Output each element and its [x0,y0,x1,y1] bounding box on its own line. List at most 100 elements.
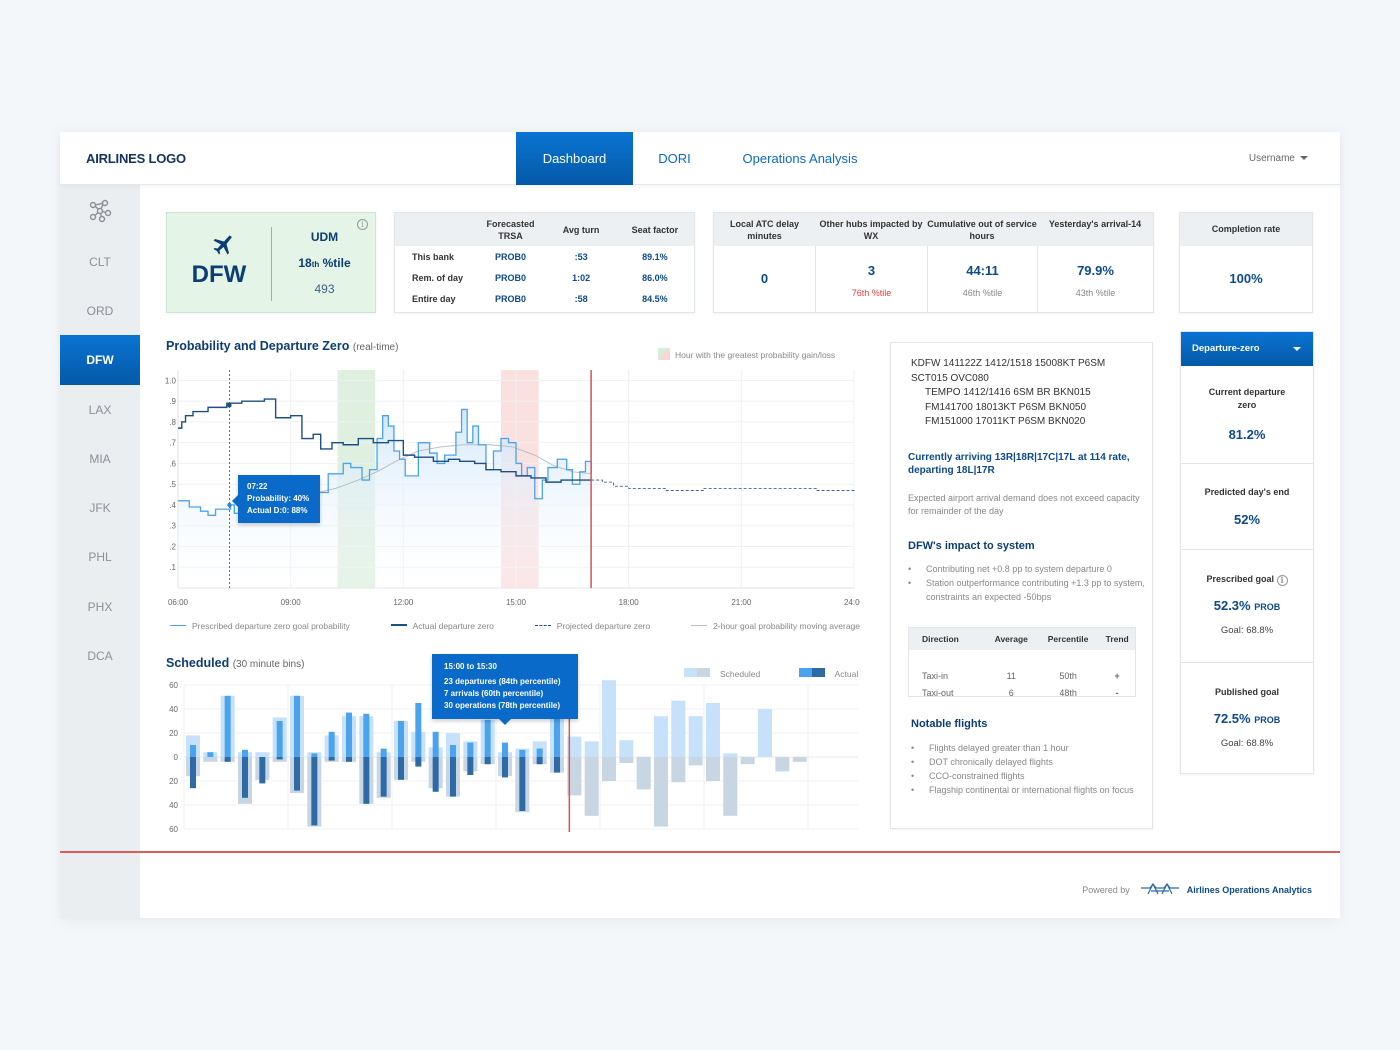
sched-chart-title-text: Scheduled [166,656,230,670]
metric-dropdown[interactable]: Departure-zero [1181,332,1313,366]
cell-average: 6 [1008,687,1014,698]
list-item: Contributing net +0.8 pp to system depar… [908,562,1148,576]
x-tick-label: 12:00 [393,598,414,607]
scheduled-arrivals-bar [775,757,790,772]
actual-arrivals-bar [415,757,422,767]
station-info-panel: KDFW 141122Z 1412/1518 15008KT P6SM SCT0… [890,342,1153,829]
actual-departures-bar [190,745,196,757]
highlight-legend: Hour with the greatest probability gain/… [658,345,835,363]
tooltip-departures: 23 departures (84th percentile) [444,677,561,686]
actual-arrivals-bar [311,757,318,826]
row-label: Rem. of day [412,272,464,283]
stat-header-local-atc: Local ATC delay minutes [714,213,815,246]
scheduled-departures-bar [602,680,616,757]
y-tick-label: 40 [169,801,178,810]
legend-dashed-icon [534,625,551,626]
stat-local-atc: 0 [714,246,815,312]
username-label: Username [1248,153,1295,164]
user-menu[interactable]: Username [1249,153,1308,164]
tab-dori[interactable]: DORI [647,132,702,185]
info-icon[interactable]: i [1276,575,1288,586]
sidebar-item-ord[interactable]: ORD [60,286,140,336]
actual-departures-bar [380,748,387,757]
scheduled-arrivals-bar [602,757,616,781]
prescribed-value: 52.3% PROB [1181,598,1313,613]
y-tick-label: .3 [169,522,176,531]
table-row: Taxi-out 6 48th - [909,684,1135,701]
sidebar-item-clt[interactable]: CLT [60,237,140,287]
actual-arrivals-bar [380,757,387,797]
cell-percentile: 48th [1059,687,1077,698]
actual-arrivals-bar [450,757,456,797]
predicted-value: 52% [1233,512,1261,527]
y-tick-label: .6 [169,459,176,468]
actual-departures-bar [450,745,456,757]
stat-value: 0 [760,271,769,286]
sidebar-item-mia[interactable]: MIA [60,434,140,484]
operations-stats-card: Local ATC delay minutes Other hubs impac… [713,212,1154,313]
actual-hover-point [227,403,232,408]
legend-swatch-scheduled-dep [684,668,697,677]
taxi-table: Direction Average Percentile Trend Taxi-… [909,628,1135,701]
actual-arrivals-bar [294,757,300,791]
prescribed-hover-point [227,502,232,508]
actual-arrivals-bar [276,757,283,760]
actual-arrivals-bar [467,757,474,775]
stat-value: 44:11 [966,263,999,278]
list-item[interactable]: DOT chronically delayed flights [911,755,1141,769]
legend-line-icon [691,625,708,626]
prob-chart-subtitle: (real-time) [352,342,399,353]
sidebar-item-jfk[interactable]: JFK [60,483,140,533]
actual-arrivals-bar [484,757,491,765]
y-tick-label: 1.0 [165,376,177,385]
current-dz-label: Current departure zero [1208,387,1286,410]
sidebar-item-phl[interactable]: PHL [60,532,140,582]
cell-seat-factor: 84.5% [642,293,668,304]
cell-trend: - [1115,687,1119,698]
footer-divider [60,851,1340,853]
sidebar-item-dca[interactable]: DCA [60,631,140,681]
tab-dashboard[interactable]: Dashboard [516,132,633,185]
y-tick-label: .1 [169,563,176,572]
sidebar-item-lax[interactable]: LAX [60,385,140,435]
prescribed-label-text: Prescribed goal [1206,574,1274,584]
metric-value: 493 [314,282,335,296]
departure-zero-panel: Departure-zero Current departure zero 81… [1180,331,1314,774]
predicted-label: Predicted day's end [1204,487,1290,497]
col-header-trsa: Forecasted TRSA [474,213,547,246]
scheduled-departures-bar [706,703,720,757]
taf-line: TEMPO 1412/1416 6SM BR BKN015 [925,387,1091,398]
cell-trsa: PROB0 [494,272,526,283]
info-icon[interactable]: i [357,219,368,230]
sidebar-item-dfw[interactable]: DFW [60,335,140,385]
actual-arrivals-bar [190,757,196,789]
tab-operations-analysis[interactable]: Operations Analysis [732,132,868,185]
published-label: Published goal [1214,687,1279,697]
scheduled-departures-bar [688,716,703,757]
cell-trend: + [1114,670,1120,681]
actual-departures-bar [484,719,491,757]
legend-actual: Actual departure zero [390,616,494,634]
cell-trsa: PROB0 [494,251,526,262]
sidebar-item-phx[interactable]: PHX [60,582,140,632]
y-tick-label: 60 [169,825,178,834]
list-item[interactable]: Flights delayed greater than 1 hour [911,741,1141,755]
col-header-trend: Trend [1099,628,1135,650]
network-hub-icon[interactable] [88,199,112,223]
col-header-avg-turn: Avg turn [546,213,616,246]
station-sidebar: CLT ORD DFW LAX MIA JFK PHL PHX DCA [60,185,140,918]
row-label: This bank [412,251,455,262]
footer: Powered by Airlines Operations Analytics [1082,882,1312,896]
actual-departures-bar [224,695,231,757]
scheduled-arrivals-bar [723,757,738,816]
airline-logo[interactable]: AIRLINES LOGO [86,151,186,166]
prob-chart-legend: Prescribed departure zero goal probabili… [170,616,860,634]
scheduled-arrivals-bar [584,757,599,816]
percentile-text: %tile [319,256,351,270]
list-item[interactable]: CCO-constrained flights [911,769,1141,783]
demand-note: Expected airport arrival demand does not… [908,493,1140,516]
scheduled-departures-bar [671,700,686,757]
legend-text: 2-hour goal probability moving average [713,621,860,631]
list-item[interactable]: Flagship continental or international fl… [911,783,1141,797]
stat-header-yesterday-arrival: Yesterday's arrival-14 [1037,213,1153,246]
